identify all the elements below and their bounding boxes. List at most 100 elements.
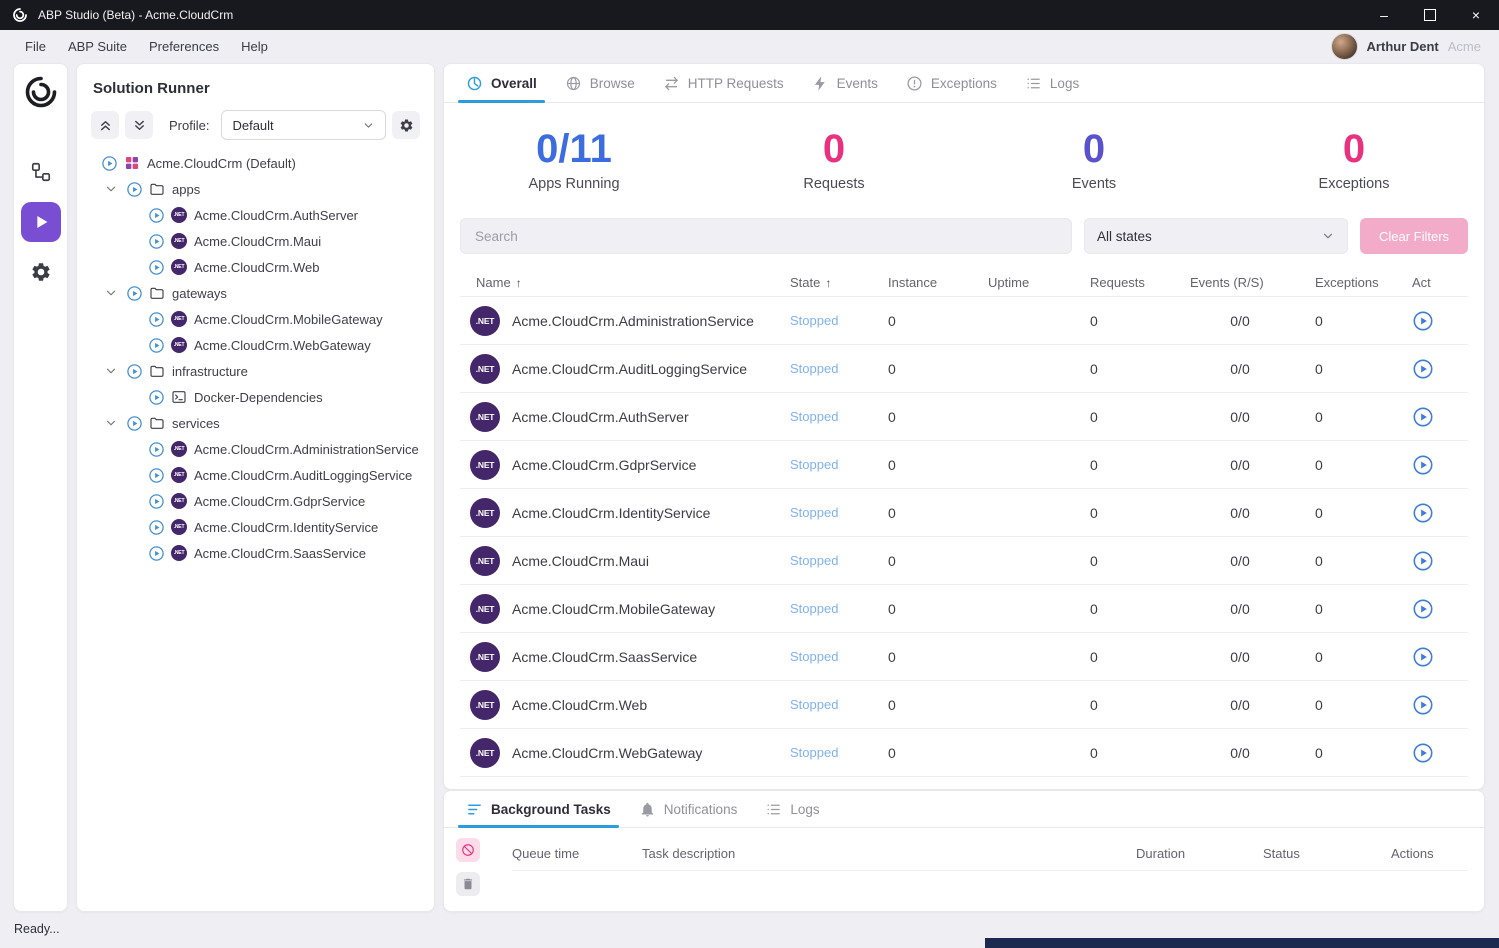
chevron-down-icon[interactable] [104,286,118,300]
table-row[interactable]: .NET Acme.CloudCrm.AuditLoggingService S… [460,345,1468,393]
tree-item[interactable]: .NET Acme.CloudCrm.AdministrationService [77,436,434,462]
chevron-down-icon[interactable] [104,364,118,378]
column-actions[interactable]: Actions [1391,846,1468,861]
column-state[interactable]: State [790,275,820,290]
column-queue-time[interactable]: Queue time [512,846,642,861]
tab-http-requests[interactable]: HTTP Requests [649,64,798,102]
menu-preferences[interactable]: Preferences [138,39,230,54]
tree-item[interactable]: gateways [77,280,434,306]
play-circle-icon[interactable] [126,181,143,198]
tree-item[interactable]: .NET Acme.CloudCrm.Web [77,254,434,280]
play-circle-icon[interactable] [148,337,165,354]
tree-item[interactable]: Docker-Dependencies [77,384,434,410]
tab-background-tasks[interactable]: Background Tasks [452,791,625,827]
tree-item[interactable]: .NET Acme.CloudCrm.WebGateway [77,332,434,358]
stat-apps-running: 0/11 Apps Running [444,127,704,192]
play-circle-icon[interactable] [148,311,165,328]
close-button[interactable]: × [1453,0,1499,30]
search-input[interactable] [473,228,1059,245]
column-duration[interactable]: Duration [1136,846,1263,861]
tree-item[interactable]: Acme.CloudCrm (Default) [77,150,434,176]
tree-item[interactable]: .NET Acme.CloudCrm.SaasService [77,540,434,566]
column-status[interactable]: Status [1263,846,1391,861]
table-row[interactable]: .NET Acme.CloudCrm.WebGateway Stopped 0 … [460,729,1468,777]
menu-help[interactable]: Help [230,39,279,54]
maximize-button[interactable] [1407,0,1453,30]
table-row[interactable]: .NET Acme.CloudCrm.AuthServer Stopped 0 … [460,393,1468,441]
table-row[interactable]: .NET Acme.CloudCrm.Maui Stopped 0 0 0/0 … [460,537,1468,585]
chevron-down-icon[interactable] [104,416,118,430]
user-area[interactable]: Arthur Dent Acme [1331,33,1481,60]
start-app-button[interactable] [1412,550,1434,572]
tree-item[interactable]: .NET Acme.CloudCrm.AuditLoggingService [77,462,434,488]
avatar[interactable] [1331,33,1358,60]
table-row[interactable]: .NET Acme.CloudCrm.SaasService Stopped 0… [460,633,1468,681]
collapse-all-button[interactable] [91,111,119,139]
play-circle-icon[interactable] [126,363,143,380]
tab-bottom-logs[interactable]: Logs [751,791,833,827]
start-app-button[interactable] [1412,502,1434,524]
play-circle-icon[interactable] [148,519,165,536]
table-row[interactable]: .NET Acme.CloudCrm.IdentityService Stopp… [460,489,1468,537]
column-uptime[interactable]: Uptime [988,275,1090,290]
clear-filters-button[interactable]: Clear Filters [1360,218,1468,254]
delete-tasks-button[interactable] [456,872,480,896]
tree-item[interactable]: .NET Acme.CloudCrm.Maui [77,228,434,254]
expand-all-button[interactable] [125,111,153,139]
cancel-task-button[interactable] [456,838,480,862]
tree-item[interactable]: .NET Acme.CloudCrm.GdprService [77,488,434,514]
settings-button[interactable] [21,252,61,292]
tree-item[interactable]: .NET Acme.CloudCrm.IdentityService [77,514,434,540]
start-app-button[interactable] [1412,742,1434,764]
start-app-button[interactable] [1412,454,1434,476]
tree-item[interactable]: .NET Acme.CloudCrm.AuthServer [77,202,434,228]
play-circle-icon[interactable] [148,441,165,458]
tree-item[interactable]: .NET Acme.CloudCrm.MobileGateway [77,306,434,332]
column-requests[interactable]: Requests [1090,275,1190,290]
tab-events[interactable]: Events [798,64,892,102]
solution-explorer-button[interactable] [21,152,61,192]
column-exceptions[interactable]: Exceptions [1315,275,1412,290]
play-circle-icon[interactable] [126,285,143,302]
menu-abp-suite[interactable]: ABP Suite [57,39,138,54]
column-task-description[interactable]: Task description [642,846,1136,861]
tab-logs[interactable]: Logs [1011,64,1093,102]
play-circle-icon[interactable] [148,207,165,224]
play-circle-icon[interactable] [101,155,118,172]
play-circle-icon[interactable] [148,233,165,250]
column-actions[interactable]: Act [1412,275,1468,290]
table-row[interactable]: .NET Acme.CloudCrm.MobileGateway Stopped… [460,585,1468,633]
play-circle-icon[interactable] [148,545,165,562]
tree-item[interactable]: services [77,410,434,436]
start-app-button[interactable] [1412,646,1434,668]
solution-runner-button[interactable] [21,202,61,242]
column-instance[interactable]: Instance [888,275,988,290]
start-app-button[interactable] [1412,310,1434,332]
table-row[interactable]: .NET Acme.CloudCrm.Web Stopped 0 0 0/0 0 [460,681,1468,729]
chevron-down-icon[interactable] [104,182,118,196]
tab-notifications[interactable]: Notifications [625,791,752,827]
table-row[interactable]: .NET Acme.CloudCrm.GdprService Stopped 0… [460,441,1468,489]
tree-item[interactable]: apps [77,176,434,202]
start-app-button[interactable] [1412,694,1434,716]
minimize-button[interactable]: – [1361,0,1407,30]
tree-item[interactable]: infrastructure [77,358,434,384]
table-row[interactable]: .NET Acme.CloudCrm.AdministrationService… [460,297,1468,345]
play-circle-icon[interactable] [126,415,143,432]
menu-file[interactable]: File [14,39,57,54]
start-app-button[interactable] [1412,598,1434,620]
tab-overall[interactable]: Overall [452,64,551,102]
play-circle-icon[interactable] [148,493,165,510]
tab-browse[interactable]: Browse [551,64,649,102]
start-app-button[interactable] [1412,358,1434,380]
play-circle-icon[interactable] [148,389,165,406]
profile-settings-button[interactable] [392,111,420,139]
tab-exceptions[interactable]: Exceptions [892,64,1011,102]
play-circle-icon[interactable] [148,467,165,484]
profile-select[interactable]: Default [221,110,386,140]
state-filter-select[interactable]: All states [1084,218,1348,254]
column-name[interactable]: Name [476,275,511,290]
play-circle-icon[interactable] [148,259,165,276]
column-events[interactable]: Events (R/S) [1190,275,1315,290]
start-app-button[interactable] [1412,406,1434,428]
